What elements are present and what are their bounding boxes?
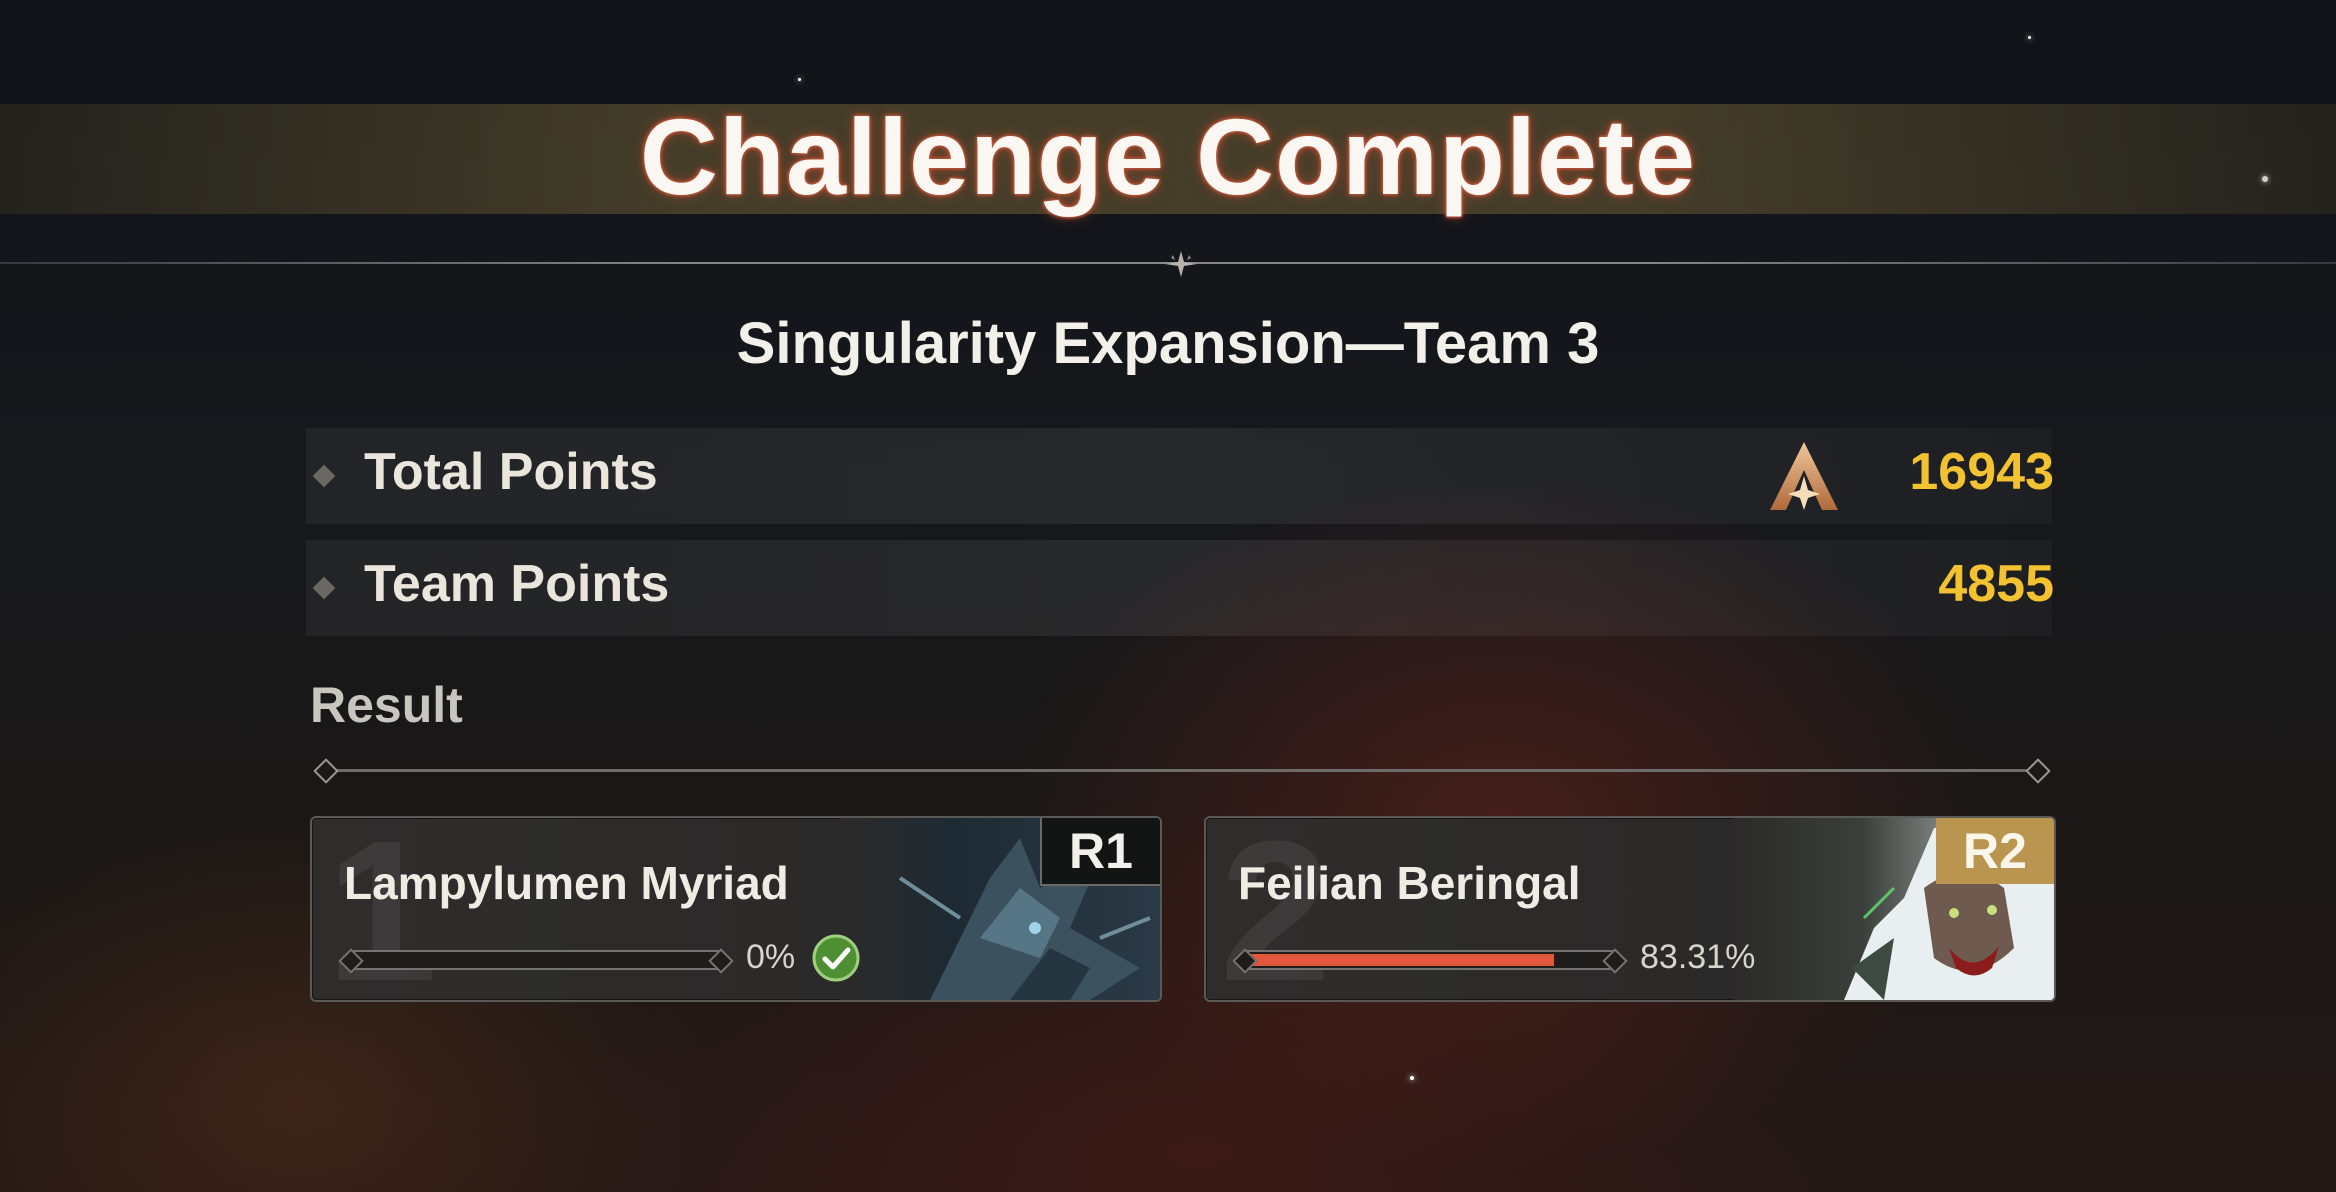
page-title: Challenge Complete	[639, 96, 1697, 217]
divider-end-diamond-icon	[313, 758, 339, 784]
rank-a-medal-icon	[1770, 442, 1838, 510]
progress-percent: 83.31%	[1640, 938, 1756, 976]
star-ornament-icon	[1165, 251, 1197, 277]
sparkle	[1410, 1076, 1414, 1080]
sparkle	[2028, 36, 2031, 39]
total-points-value: 16943	[1909, 443, 2054, 501]
boss-card-2[interactable]: 2 R2 Feilian Beringal 83.31%	[1204, 816, 2056, 1002]
team-points-row: Team Points 4855	[306, 540, 2054, 636]
stage-subtitle: Singularity Expansion—Team 3	[736, 311, 1600, 376]
hp-progress-bar	[1232, 948, 1628, 974]
progress-percent: 0%	[746, 938, 796, 976]
progress-track	[350, 950, 722, 970]
total-points-label: Total Points	[364, 443, 658, 501]
team-points-label: Team Points	[364, 555, 670, 613]
boss-name: Feilian Beringal	[1238, 857, 1581, 909]
sparkle	[798, 78, 801, 81]
divider-end-diamond-icon	[2025, 758, 2051, 784]
progress-fill	[1244, 954, 1554, 966]
team-points-value: 4855	[1938, 555, 2054, 613]
rank-badge: R1	[1040, 818, 1160, 886]
hp-progress-bar	[338, 948, 734, 974]
check-complete-icon	[812, 934, 860, 982]
boss-name: Lampylumen Myriad	[344, 857, 789, 909]
rank-badge: R2	[1936, 818, 2054, 884]
result-heading: Result	[310, 677, 463, 733]
boss-card-1[interactable]: 1 R1 Lampylumen Myriad 0%	[310, 816, 1162, 1002]
bullet-diamond-icon	[312, 464, 336, 488]
bullet-diamond-icon	[312, 576, 336, 600]
total-points-row: Total Points 16943	[306, 428, 2054, 524]
result-divider	[326, 769, 2038, 772]
